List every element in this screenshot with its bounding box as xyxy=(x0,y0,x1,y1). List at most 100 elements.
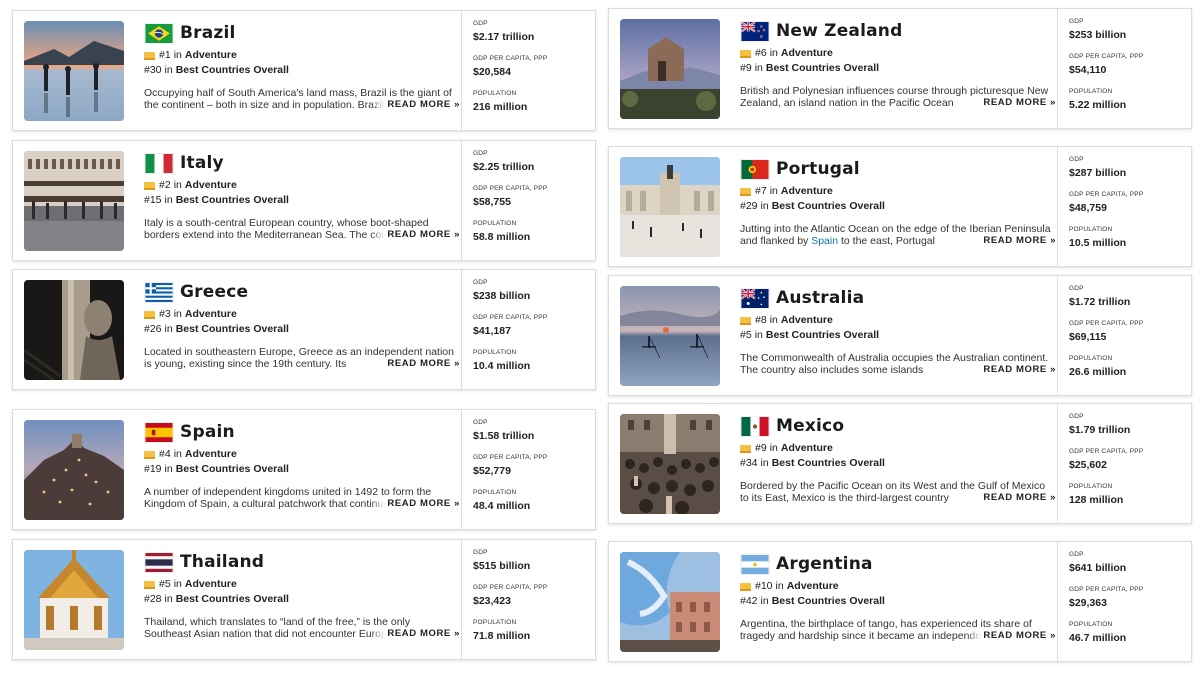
new-zealand-flag-icon xyxy=(740,20,770,42)
population-value: 71.8 million xyxy=(473,630,531,642)
country-name[interactable]: Italy xyxy=(180,153,224,173)
best-overall-link[interactable]: Best Countries Overall xyxy=(176,322,289,337)
read-more-link[interactable]: READ MORE » xyxy=(371,498,460,510)
country-description: Argentina, the birthplace of tango, has … xyxy=(740,618,1056,642)
best-overall-link[interactable]: Best Countries Overall xyxy=(772,199,885,214)
gdp-per-capita-value: $41,187 xyxy=(473,325,511,337)
category-link[interactable]: Adventure xyxy=(185,447,237,462)
read-more-link[interactable]: READ MORE » xyxy=(371,99,460,111)
medal-icon xyxy=(740,316,751,325)
best-overall-link[interactable]: Best Countries Overall xyxy=(176,63,289,78)
country-card-thailand[interactable]: Thailand #5 in Adventure #28 in Best Cou… xyxy=(12,539,596,660)
country-name[interactable]: Thailand xyxy=(180,552,264,572)
gdp-value: $2.17 trillion xyxy=(473,31,535,43)
category-link[interactable]: Adventure xyxy=(787,579,839,594)
category-rank: #8 in Adventure xyxy=(740,313,1056,328)
country-card-greece[interactable]: Greece #3 in Adventure #26 in Best Count… xyxy=(12,269,596,390)
read-more-link[interactable]: READ MORE » xyxy=(371,358,460,370)
country-card-italy[interactable]: Italy #2 in Adventure #15 in Best Countr… xyxy=(12,140,596,261)
best-overall-link[interactable]: Best Countries Overall xyxy=(766,61,879,76)
country-card-new-zealand[interactable]: New Zealand #6 in Adventure #9 in Best C… xyxy=(608,8,1192,129)
country-photo[interactable] xyxy=(24,280,124,380)
country-photo[interactable] xyxy=(620,157,720,257)
country-description: The Commonwealth of Australia occupies t… xyxy=(740,352,1056,376)
overall-rank: #28 in Best Countries Overall xyxy=(144,592,289,607)
read-more-link[interactable]: READ MORE » xyxy=(967,235,1056,247)
italy-flag-icon xyxy=(144,152,174,174)
country-name[interactable]: Greece xyxy=(180,282,248,302)
portugal-flag-icon xyxy=(740,158,770,180)
gdp-value: $2.25 trillion xyxy=(473,161,535,173)
country-photo[interactable] xyxy=(620,19,720,119)
category-rank: #4 in Adventure xyxy=(144,447,460,462)
country-description: Located in southeastern Europe, Greece a… xyxy=(144,346,460,370)
gdp-per-capita-value: $25,602 xyxy=(1069,459,1107,471)
country-photo[interactable] xyxy=(620,414,720,514)
stats-panel: GDP $287 billion GDP PER CAPITA, PPP $48… xyxy=(1057,147,1191,266)
stats-panel: GDP $238 billion GDP PER CAPITA, PPP $41… xyxy=(461,270,595,389)
medal-icon xyxy=(740,444,751,453)
country-photo[interactable] xyxy=(24,550,124,650)
country-photo[interactable] xyxy=(24,151,124,251)
stats-panel: GDP $1.58 trillion GDP PER CAPITA, PPP $… xyxy=(461,410,595,529)
category-link[interactable]: Adventure xyxy=(781,313,833,328)
gdp-per-capita-value: $69,115 xyxy=(1069,331,1107,343)
stats-panel: GDP $515 billion GDP PER CAPITA, PPP $23… xyxy=(461,540,595,659)
country-card-mexico[interactable]: Mexico #9 in Adventure #34 in Best Count… xyxy=(608,403,1192,524)
country-name[interactable]: Brazil xyxy=(180,23,236,43)
category-rank: #9 in Adventure xyxy=(740,441,1056,456)
category-link[interactable]: Adventure xyxy=(185,48,237,63)
category-rank: #3 in Adventure xyxy=(144,307,460,322)
stats-panel: GDP $1.79 trillion GDP PER CAPITA, PPP $… xyxy=(1057,404,1191,523)
category-link[interactable]: Adventure xyxy=(781,184,833,199)
category-link[interactable]: Adventure xyxy=(185,178,237,193)
country-photo[interactable] xyxy=(24,420,124,520)
category-link[interactable]: Adventure xyxy=(781,441,833,456)
country-photo[interactable] xyxy=(24,21,124,121)
overall-rank: #15 in Best Countries Overall xyxy=(144,193,289,208)
read-more-link[interactable]: READ MORE » xyxy=(967,364,1056,376)
greece-flag-icon xyxy=(144,281,174,303)
gdp-value: $253 billion xyxy=(1069,29,1127,41)
country-name[interactable]: Mexico xyxy=(776,416,844,436)
argentina-flag-icon xyxy=(740,553,770,575)
medal-icon xyxy=(740,187,751,196)
category-link[interactable]: Adventure xyxy=(781,46,833,61)
country-name[interactable]: Australia xyxy=(776,288,864,308)
population-value: 128 million xyxy=(1069,494,1124,506)
country-card-spain[interactable]: Spain #4 in Adventure #19 in Best Countr… xyxy=(12,409,596,530)
medal-icon xyxy=(144,51,155,60)
spain-inline-link[interactable]: Spain xyxy=(811,235,838,247)
stats-panel: GDP $1.72 trillion GDP PER CAPITA, PPP $… xyxy=(1057,276,1191,395)
country-name[interactable]: Argentina xyxy=(776,554,873,574)
category-link[interactable]: Adventure xyxy=(185,307,237,322)
country-card-brazil[interactable]: Brazil #1 in Adventure #30 in Best Count… xyxy=(12,10,596,131)
country-name[interactable]: New Zealand xyxy=(776,21,902,41)
country-card-portugal[interactable]: Portugal #7 in Adventure #29 in Best Cou… xyxy=(608,146,1192,267)
country-name[interactable]: Spain xyxy=(180,422,235,442)
best-overall-link[interactable]: Best Countries Overall xyxy=(772,456,885,471)
read-more-link[interactable]: READ MORE » xyxy=(371,628,460,640)
country-photo[interactable] xyxy=(620,552,720,652)
read-more-link[interactable]: READ MORE » xyxy=(371,229,460,241)
medal-icon xyxy=(144,310,155,319)
country-card-australia[interactable]: Australia #8 in Adventure #5 in Best Cou… xyxy=(608,275,1192,396)
population-value: 216 million xyxy=(473,101,528,113)
best-overall-link[interactable]: Best Countries Overall xyxy=(176,462,289,477)
read-more-link[interactable]: READ MORE » xyxy=(967,630,1056,642)
best-overall-link[interactable]: Best Countries Overall xyxy=(766,328,879,343)
country-photo[interactable] xyxy=(620,286,720,386)
thailand-flag-icon xyxy=(144,551,174,573)
best-overall-link[interactable]: Best Countries Overall xyxy=(176,193,289,208)
medal-icon xyxy=(144,181,155,190)
overall-rank: #26 in Best Countries Overall xyxy=(144,322,289,337)
gdp-value: $1.58 trillion xyxy=(473,430,535,442)
read-more-link[interactable]: READ MORE » xyxy=(967,97,1056,109)
best-overall-link[interactable]: Best Countries Overall xyxy=(176,592,289,607)
best-overall-link[interactable]: Best Countries Overall xyxy=(772,594,885,609)
country-name[interactable]: Portugal xyxy=(776,159,860,179)
category-link[interactable]: Adventure xyxy=(185,577,237,592)
population-value: 48.4 million xyxy=(473,500,531,512)
read-more-link[interactable]: READ MORE » xyxy=(967,492,1056,504)
country-card-argentina[interactable]: Argentina #10 in Adventure #42 in Best C… xyxy=(608,541,1192,662)
